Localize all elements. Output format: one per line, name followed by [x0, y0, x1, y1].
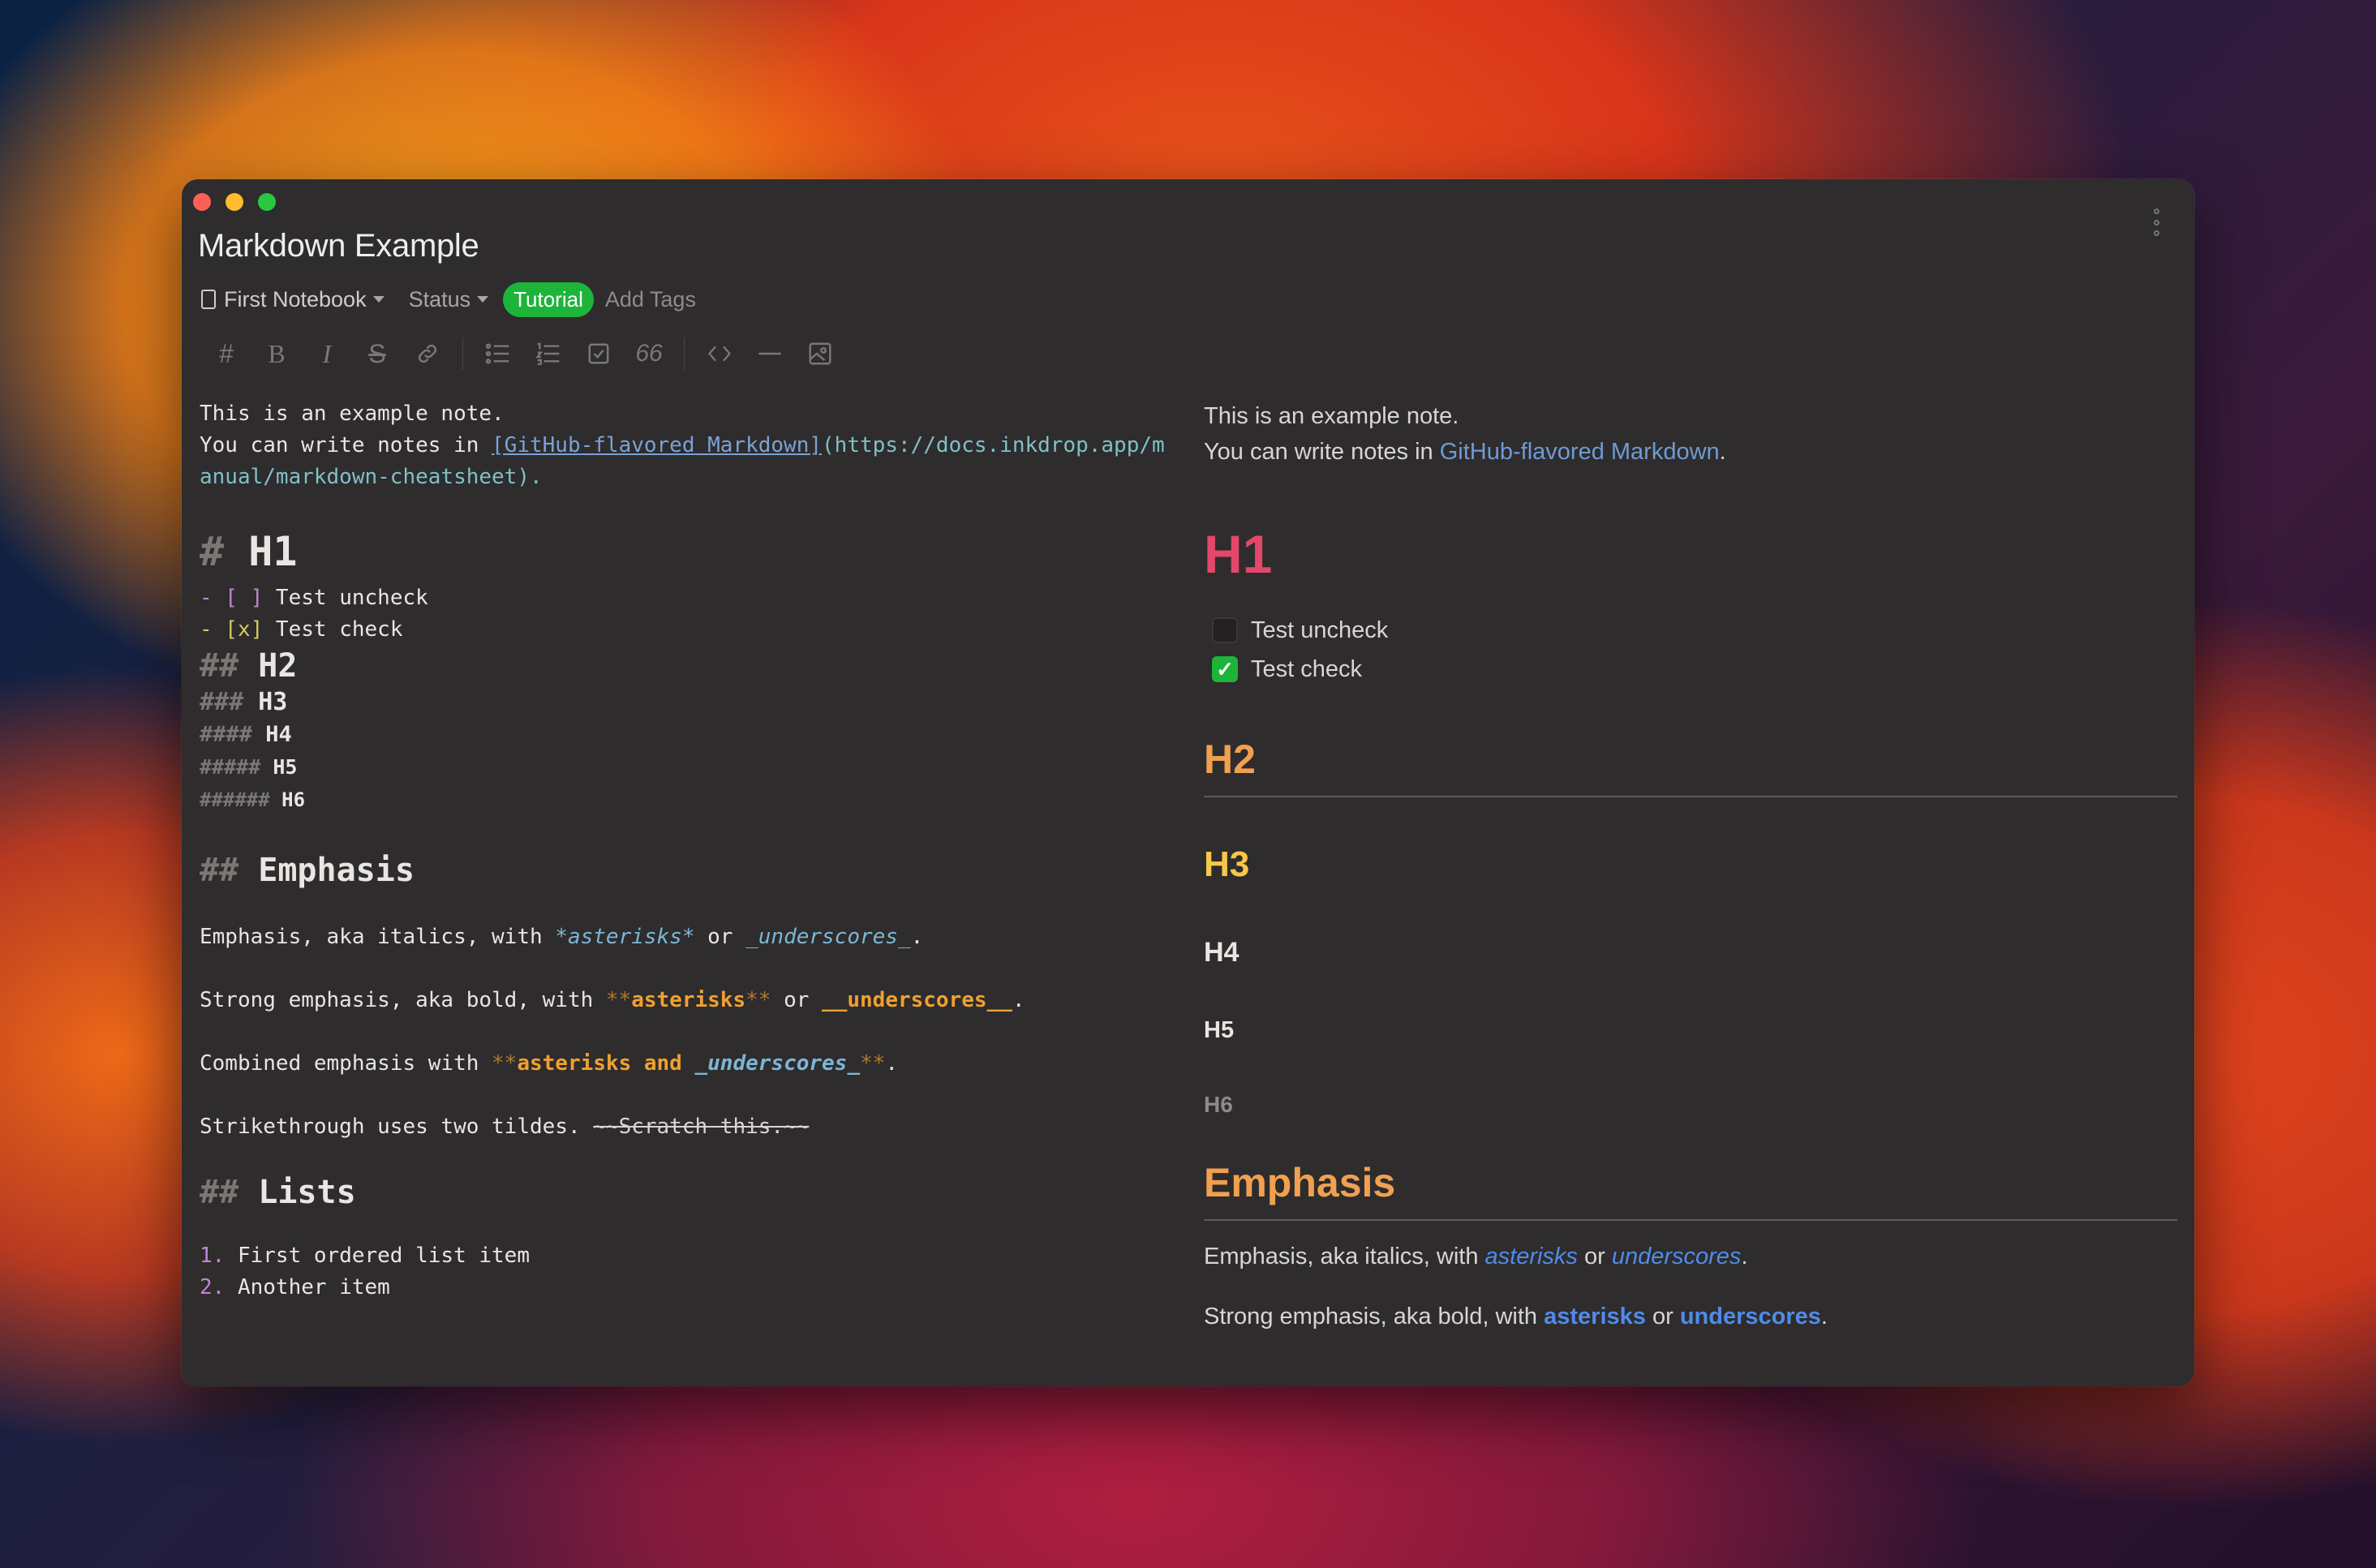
notebook-selector[interactable]: First Notebook	[201, 287, 385, 312]
notebook-label: First Notebook	[224, 286, 367, 311]
editor-line: Strong emphasis, aka bold, with **asteri…	[200, 988, 1025, 1012]
code-icon[interactable]	[694, 333, 745, 374]
editor-line: This is an example note.	[200, 402, 505, 426]
markdown-link-text[interactable]: [GitHub-flavored Markdown]	[492, 433, 822, 458]
notebook-icon	[201, 290, 216, 309]
add-tags-button[interactable]: Add Tags	[605, 287, 696, 312]
editor-h2: ## H2	[200, 647, 298, 685]
strikethrough-icon[interactable]: S	[352, 333, 402, 374]
task-list-icon[interactable]	[574, 333, 624, 374]
editor-list-item: 2. Another item	[200, 1275, 390, 1300]
preview-task-item: ✓ Test check	[1204, 650, 2177, 689]
editor-h2: ## Lists	[200, 1174, 356, 1211]
preview-h6: H6	[1204, 1092, 1233, 1117]
numbered-list-icon[interactable]	[523, 333, 574, 374]
toolbar-divider	[684, 337, 685, 370]
minimize-button[interactable]	[226, 193, 243, 211]
close-button[interactable]	[193, 193, 211, 211]
editor-line: Strikethrough uses two tildes. ~~Scratch…	[200, 1115, 810, 1139]
editor-h3: ### H3	[200, 688, 288, 716]
chevron-down-icon	[372, 296, 385, 303]
editor-h1: # H1	[200, 528, 298, 575]
checkbox-unchecked[interactable]	[1212, 617, 1238, 643]
status-label: Status	[408, 286, 471, 311]
more-options-icon[interactable]	[2152, 208, 2160, 236]
note-meta-bar: First Notebook Status Tutorial Add Tags	[201, 281, 696, 317]
preview-h1: H1	[1204, 524, 1273, 584]
preview-paragraph: You can write notes in GitHub-flavored M…	[1204, 439, 1726, 465]
markdown-editor[interactable]: This is an example note. You can write n…	[200, 398, 1189, 1386]
editor-task: - [x] Test check	[200, 617, 403, 642]
bulleted-list-icon[interactable]	[473, 333, 523, 374]
bold-icon[interactable]: B	[251, 333, 302, 374]
editor-h4: #### H4	[200, 722, 292, 747]
preview-h2: Emphasis	[1204, 1156, 2177, 1221]
heading-icon[interactable]: #	[201, 333, 251, 374]
editor-line: anual/markdown-cheatsheet).	[200, 465, 543, 489]
editor-list-item: 1. First ordered list item	[200, 1244, 530, 1268]
window-controls	[193, 193, 276, 211]
preview-h3: H3	[1204, 844, 1250, 884]
preview-paragraph: This is an example note.	[1204, 403, 1459, 429]
preview-task-item: Test uncheck	[1204, 611, 2177, 650]
preview-link[interactable]: GitHub-flavored Markdown	[1440, 439, 1720, 465]
status-selector[interactable]: Status	[409, 287, 489, 312]
zoom-button[interactable]	[258, 193, 276, 211]
note-title[interactable]: Markdown Example	[198, 228, 479, 264]
format-toolbar: # B I S 66	[201, 333, 845, 374]
preview-h4: H4	[1204, 937, 1240, 968]
editor-h2: ## Emphasis	[200, 852, 415, 889]
editor-task: - [ ] Test uncheck	[200, 586, 428, 610]
blockquote-icon[interactable]: 66	[624, 333, 674, 374]
link-icon[interactable]	[402, 333, 453, 374]
preview-h2: H2	[1204, 732, 2177, 797]
preview-paragraph: Emphasis, aka italics, with asterisks or…	[1204, 1244, 1748, 1269]
italic-icon[interactable]: I	[302, 333, 352, 374]
preview-paragraph: Strong emphasis, aka bold, with asterisk…	[1204, 1304, 1828, 1330]
horizontal-rule-icon[interactable]	[745, 333, 795, 374]
editor-line: You can write notes in [GitHub-flavored …	[200, 433, 1165, 458]
editor-h6: ###### H6	[200, 788, 306, 811]
app-window: Markdown Example First Notebook Status T…	[182, 179, 2194, 1386]
tag-badge-tutorial[interactable]: Tutorial	[503, 281, 594, 317]
toolbar-divider	[462, 337, 463, 370]
editor-line: Combined emphasis with **asterisks and _…	[200, 1051, 898, 1076]
preview-h5: H5	[1204, 1017, 1235, 1043]
markdown-preview: This is an example note. You can write n…	[1204, 398, 2177, 1386]
editor-h5: ##### H5	[200, 755, 298, 779]
checkbox-checked-icon[interactable]: ✓	[1212, 656, 1238, 682]
chevron-down-icon	[477, 296, 489, 303]
editor-line: Emphasis, aka italics, with *asterisks* …	[200, 925, 924, 949]
image-icon[interactable]	[795, 333, 845, 374]
